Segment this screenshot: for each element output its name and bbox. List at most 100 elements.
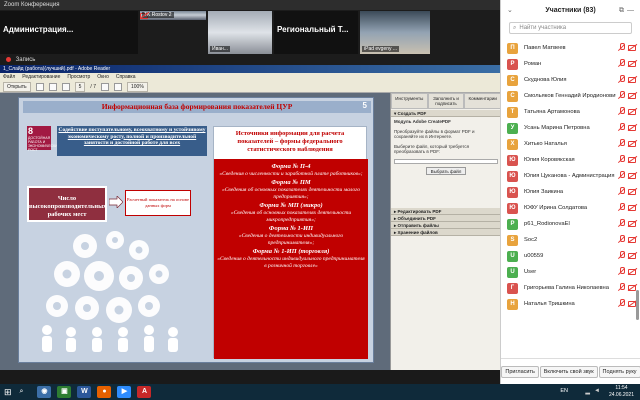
participant-row[interactable]: Ю Юлия Заикина [501, 184, 640, 200]
taskbar-app-icon[interactable]: A [137, 386, 152, 398]
participant-search-input[interactable]: ⌕ Найти участника [509, 22, 632, 34]
tool-edit-pdf[interactable]: ▸ Редактировать PDF [391, 208, 501, 215]
windows-start-icon[interactable]: ⊞ [4, 387, 12, 398]
participant-status [618, 283, 637, 292]
participant-row[interactable]: С Скуднова Юлия [501, 72, 640, 88]
taskbar-app-icon[interactable]: W [77, 386, 92, 398]
popout-icon[interactable]: ⧉ [619, 0, 624, 22]
calc-note: Расчетный показатель на основе данных фо… [125, 190, 191, 216]
unmute-button[interactable]: Включить свой звук [539, 365, 598, 378]
create-pdf-header[interactable]: ▾ Создать PDF [391, 110, 501, 117]
mic-muted-icon[interactable] [618, 251, 625, 260]
participant-row[interactable]: S Soc2 [501, 232, 640, 248]
tile-caption: Иван... [210, 46, 230, 52]
mic-muted-icon[interactable] [618, 59, 625, 68]
video-tile-4[interactable]: Региональный Т... [274, 11, 358, 54]
mic-muted-icon[interactable] [618, 171, 625, 180]
invite-button[interactable]: Пригласить [501, 365, 539, 378]
mic-muted-icon[interactable] [618, 75, 625, 84]
participant-row[interactable]: Ю Юлия Коровякская [501, 152, 640, 168]
open-button[interactable]: Открыть [3, 81, 31, 92]
participant-row[interactable]: Uu00559 [501, 248, 640, 264]
print-icon[interactable] [48, 82, 57, 91]
mic-muted-icon[interactable] [618, 219, 625, 228]
participant-row[interactable]: Н Наталья Тришкина [501, 296, 640, 312]
mic-muted-icon[interactable] [618, 139, 625, 148]
mic-muted-icon[interactable] [618, 299, 625, 308]
mic-muted-icon[interactable] [618, 91, 625, 100]
avatar: U [507, 266, 518, 278]
menu-edit[interactable]: Редактирование [22, 74, 60, 80]
tile-label: Администрация... [3, 25, 74, 34]
file-drop-field[interactable] [394, 158, 498, 164]
page-number-field[interactable]: 5 [74, 81, 86, 92]
network-icon[interactable]: ▂ [585, 388, 590, 395]
gears-illustration-icon [42, 231, 178, 352]
taskbar-app-icon[interactable]: ◉ [37, 386, 52, 398]
participant-row[interactable]: Pp61_RodionovaEl [501, 216, 640, 232]
zoom-level-select[interactable]: 100% [126, 81, 148, 92]
participant-row[interactable]: Г Григорьева Галина Николаевна [501, 280, 640, 296]
choose-file-button[interactable]: Выбрать файл [426, 166, 466, 175]
menu-view[interactable]: Просмотр [67, 74, 90, 80]
participants-header: ⌄ Участники (83) ⧉ — [501, 0, 640, 22]
video-tile-5[interactable]: iPad evgeny ... [360, 11, 430, 54]
zoom-out-icon[interactable] [100, 82, 109, 91]
participant-row[interactable]: Т Татьяна Артамонова [501, 104, 640, 120]
tool-combine-pdf[interactable]: ▸ Объединить PDF [391, 215, 501, 222]
mic-muted-icon[interactable] [618, 267, 625, 276]
menu-help[interactable]: Справка [116, 74, 136, 80]
mic-muted-icon[interactable] [618, 155, 625, 164]
mic-muted-icon[interactable] [618, 107, 625, 116]
mic-muted-icon[interactable] [618, 123, 625, 132]
scroll-thumb[interactable] [636, 290, 639, 320]
mic-muted-icon[interactable] [618, 187, 625, 196]
raise-hand-button[interactable]: Поднять руку [598, 365, 640, 378]
video-tile-2[interactable]: TK Rostov 2 [140, 11, 206, 20]
mic-muted-icon[interactable] [618, 235, 625, 244]
participant-row[interactable]: Р Роман [501, 56, 640, 72]
video-tile-1[interactable]: Администрация... [0, 11, 138, 54]
participant-status [618, 43, 637, 52]
participant-row[interactable]: Х Хитько Наталья [501, 136, 640, 152]
save-icon[interactable] [35, 82, 44, 91]
tool-send-files[interactable]: ▸ Отправить файлы [391, 222, 501, 229]
tab-tools[interactable]: Инструменты [391, 93, 428, 109]
document-area[interactable]: Информационная база формирования показат… [0, 93, 390, 370]
taskbar-clock[interactable]: 11:54 24.06.2021 [609, 385, 634, 398]
collapse-chevron-icon[interactable]: ⌄ [507, 0, 513, 22]
avatar: Т [507, 106, 518, 118]
zoom-in-icon[interactable] [113, 82, 122, 91]
participant-row[interactable]: У Усань Марина Петровна [501, 120, 640, 136]
menu-window[interactable]: Окно [97, 74, 109, 80]
participant-status [618, 75, 637, 84]
menu-file[interactable]: Файл [3, 74, 15, 80]
participant-row[interactable]: U User [501, 264, 640, 280]
search-icon[interactable]: ⌕ [20, 388, 24, 396]
participant-row[interactable]: Ю Юлия Цуканова - Администрация ... [501, 168, 640, 184]
taskbar-app-icon[interactable]: ▣ [57, 386, 72, 398]
taskbar-app-icon[interactable]: ● [97, 386, 112, 398]
participant-scrollbar[interactable] [636, 40, 639, 358]
pdf-slide: Информационная база формирования показат… [18, 97, 374, 363]
mic-muted-icon[interactable] [618, 43, 625, 52]
close-icon[interactable]: — [627, 0, 634, 22]
tab-fill-sign[interactable]: Заполнить и подписать [427, 93, 465, 109]
participant-row[interactable]: Ю ЮФУ Ирина Солдатова [501, 200, 640, 216]
email-icon[interactable] [61, 82, 70, 91]
participant-row[interactable]: С Смольяков Геннадий Иродионович [501, 88, 640, 104]
participant-name: Усань Марина Петровна [524, 125, 590, 131]
video-tile-3[interactable]: Иван... [208, 11, 272, 54]
tool-store-files[interactable]: ▸ Хранение файлов [391, 229, 501, 236]
form-desc: «Сведения об основных показателях деятел… [230, 210, 352, 223]
avatar: Ю [507, 170, 518, 182]
form-name: Форма № П-4 [271, 163, 311, 170]
volume-icon[interactable]: ◄ [594, 388, 600, 395]
language-indicator[interactable]: EN [560, 388, 568, 394]
taskbar-app-icon[interactable]: ▶ [117, 386, 132, 398]
participant-row[interactable]: П Павел Матвеев [501, 40, 640, 56]
recording-indicator[interactable]: Запись [0, 55, 500, 65]
mic-muted-icon[interactable] [618, 283, 625, 292]
tab-comments[interactable]: Комментарии [464, 93, 502, 109]
mic-muted-icon[interactable] [618, 203, 625, 212]
